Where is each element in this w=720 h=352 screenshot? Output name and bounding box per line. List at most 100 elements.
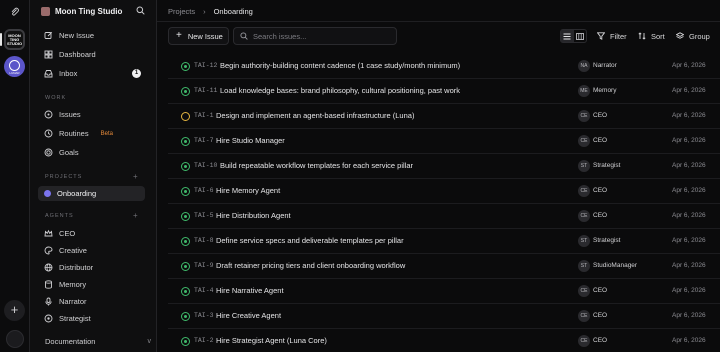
avatar: ME xyxy=(578,85,590,97)
sort-button[interactable]: Sort xyxy=(638,27,665,45)
search-input[interactable] xyxy=(253,31,393,41)
sidebar-item-label: Issues xyxy=(59,110,81,119)
status-in-progress-icon[interactable] xyxy=(181,312,190,321)
assignee-name: CEO xyxy=(593,287,608,294)
issue-key: TAI-5 xyxy=(194,212,214,219)
status-in-progress-icon[interactable] xyxy=(181,87,190,96)
board-view-button[interactable] xyxy=(574,30,587,42)
chevron-down-icon[interactable]: v xyxy=(147,338,151,345)
sidebar-item-new-issue[interactable]: New Issue xyxy=(38,28,145,43)
issue-key: TAI-12 xyxy=(194,62,218,69)
table-row[interactable]: TAI-5 Hire Distribution Agent CE CEO Apr… xyxy=(168,204,720,229)
table-row[interactable]: TAI-3 Hire Creative Agent CE CEO Apr 6, … xyxy=(168,304,720,329)
routines-icon xyxy=(44,129,53,138)
sidebar-item-inbox[interactable]: Inbox 1 xyxy=(38,66,145,81)
assignee-name: Memory xyxy=(593,87,617,94)
paperclip-icon xyxy=(10,7,20,19)
table-row[interactable]: TAI-8 Define service specs and deliverab… xyxy=(168,229,720,254)
table-row[interactable]: TAI-1 Design and implement an agent-base… xyxy=(168,104,720,129)
issue-date: Apr 6, 2026 xyxy=(672,237,706,244)
breadcrumb-projects[interactable]: Projects xyxy=(168,7,195,16)
section-title-work: WORK xyxy=(45,95,67,101)
user-avatar[interactable] xyxy=(6,330,24,348)
sidebar-item-goals[interactable]: Goals xyxy=(38,145,145,160)
status-in-progress-icon[interactable] xyxy=(181,137,190,146)
status-in-progress-icon[interactable] xyxy=(181,212,190,221)
target-icon xyxy=(44,314,53,323)
avatar: ST xyxy=(578,235,590,247)
avatar: CE xyxy=(578,285,590,297)
search-icon[interactable] xyxy=(136,6,145,17)
issue-key: TAI-6 xyxy=(194,187,214,194)
table-row[interactable]: TAI-6 Hire Memory Agent CE CEO Apr 6, 20… xyxy=(168,179,720,204)
table-row[interactable]: TAI-11 Load knowledge bases: brand philo… xyxy=(168,79,720,104)
search-box xyxy=(233,27,397,45)
status-todo-icon[interactable] xyxy=(181,112,190,121)
sidebar-item-label: Distributor xyxy=(59,263,94,272)
issue-date: Apr 6, 2026 xyxy=(672,137,706,144)
list-view-button[interactable] xyxy=(561,30,574,42)
sidebar-item-onboarding[interactable]: Onboarding xyxy=(38,186,145,201)
add-agent-button[interactable]: + xyxy=(133,211,138,220)
filter-button[interactable]: Filter xyxy=(597,27,627,45)
sidebar-item-label: CEO xyxy=(59,229,76,238)
sidebar-item-agent-memory[interactable]: Memory xyxy=(38,277,145,292)
edit-icon xyxy=(44,31,53,39)
avatar: CE xyxy=(578,110,590,122)
sidebar-item-routines[interactable]: Routines Beta xyxy=(38,126,145,141)
issue-title: Build repeatable workflow templates for … xyxy=(220,161,414,170)
table-row[interactable]: TAI-4 Hire Narrative Agent CE CEO Apr 6,… xyxy=(168,279,720,304)
table-row[interactable]: TAI-10 Build repeatable workflow templat… xyxy=(168,154,720,179)
workspace-brand[interactable]: Moon Ting Studio xyxy=(41,5,122,17)
avatar: CE xyxy=(578,185,590,197)
issue-date: Apr 6, 2026 xyxy=(672,87,706,94)
goals-icon xyxy=(44,148,53,157)
documentation-link[interactable]: Documentation xyxy=(45,337,95,346)
workspace-switch-moon-ting[interactable]: MOON TING STUDIO xyxy=(0,29,25,50)
issue-title: Define service specs and deliverable tem… xyxy=(216,236,404,245)
board-icon xyxy=(575,32,584,40)
sidebar-item-agent-strategist[interactable]: Strategist xyxy=(38,311,145,326)
sidebar-item-agent-creative[interactable]: Creative xyxy=(38,243,145,258)
issue-key: TAI-4 xyxy=(194,287,214,294)
table-row[interactable]: TAI-2 Hire Strategist Agent (Luna Core) … xyxy=(168,329,720,352)
status-in-progress-icon[interactable] xyxy=(181,337,190,346)
sidebar-item-agent-distributor[interactable]: Distributor xyxy=(38,260,145,275)
add-workspace-button[interactable]: + xyxy=(4,300,25,321)
sidebar-item-label: Memory xyxy=(59,280,87,289)
sidebar-item-agent-ceo[interactable]: CEO xyxy=(38,226,145,241)
avatar: NA xyxy=(578,60,590,72)
filter-icon xyxy=(597,32,605,40)
sidebar-item-label: New Issue xyxy=(59,31,95,40)
sidebar-item-agent-narrator[interactable]: Narrator xyxy=(38,294,145,309)
inbox-icon xyxy=(44,70,53,78)
add-project-button[interactable]: + xyxy=(133,172,138,181)
sort-icon xyxy=(638,32,646,40)
workspace-switch-lunar[interactable]: LUNAR xyxy=(4,56,25,77)
assignee-name: Narrator xyxy=(593,62,617,69)
status-in-progress-icon[interactable] xyxy=(181,262,190,271)
status-in-progress-icon[interactable] xyxy=(181,62,190,71)
issue-date: Apr 6, 2026 xyxy=(672,287,706,294)
table-row[interactable]: TAI-7 Hire Studio Manager CE CEO Apr 6, … xyxy=(168,129,720,154)
status-in-progress-icon[interactable] xyxy=(181,162,190,171)
table-row[interactable]: TAI-12 Begin authority-building content … xyxy=(168,54,720,79)
new-issue-button[interactable]: + New Issue xyxy=(168,27,229,45)
sidebar-item-label: Goals xyxy=(59,148,79,157)
status-in-progress-icon[interactable] xyxy=(181,237,190,246)
status-in-progress-icon[interactable] xyxy=(181,187,190,196)
group-button[interactable]: Group xyxy=(676,27,710,45)
sidebar-item-label: Strategist xyxy=(59,314,91,323)
sidebar-footer: Documentation v xyxy=(30,330,157,352)
issue-date: Apr 6, 2026 xyxy=(672,212,706,219)
sidebar-item-issues[interactable]: Issues xyxy=(38,107,145,122)
table-row[interactable]: TAI-9 Draft retainer pricing tiers and c… xyxy=(168,254,720,279)
workspace-rail: MOON TING STUDIO LUNAR + xyxy=(0,0,30,352)
database-icon xyxy=(45,280,52,289)
avatar: CE xyxy=(578,135,590,147)
status-in-progress-icon[interactable] xyxy=(181,287,190,296)
sort-label: Sort xyxy=(651,31,665,41)
main-content: Projects › Onboarding + New Issue Filter… xyxy=(157,0,720,352)
sidebar-item-dashboard[interactable]: Dashboard xyxy=(38,47,145,62)
section-title-projects: PROJECTS xyxy=(45,174,83,180)
